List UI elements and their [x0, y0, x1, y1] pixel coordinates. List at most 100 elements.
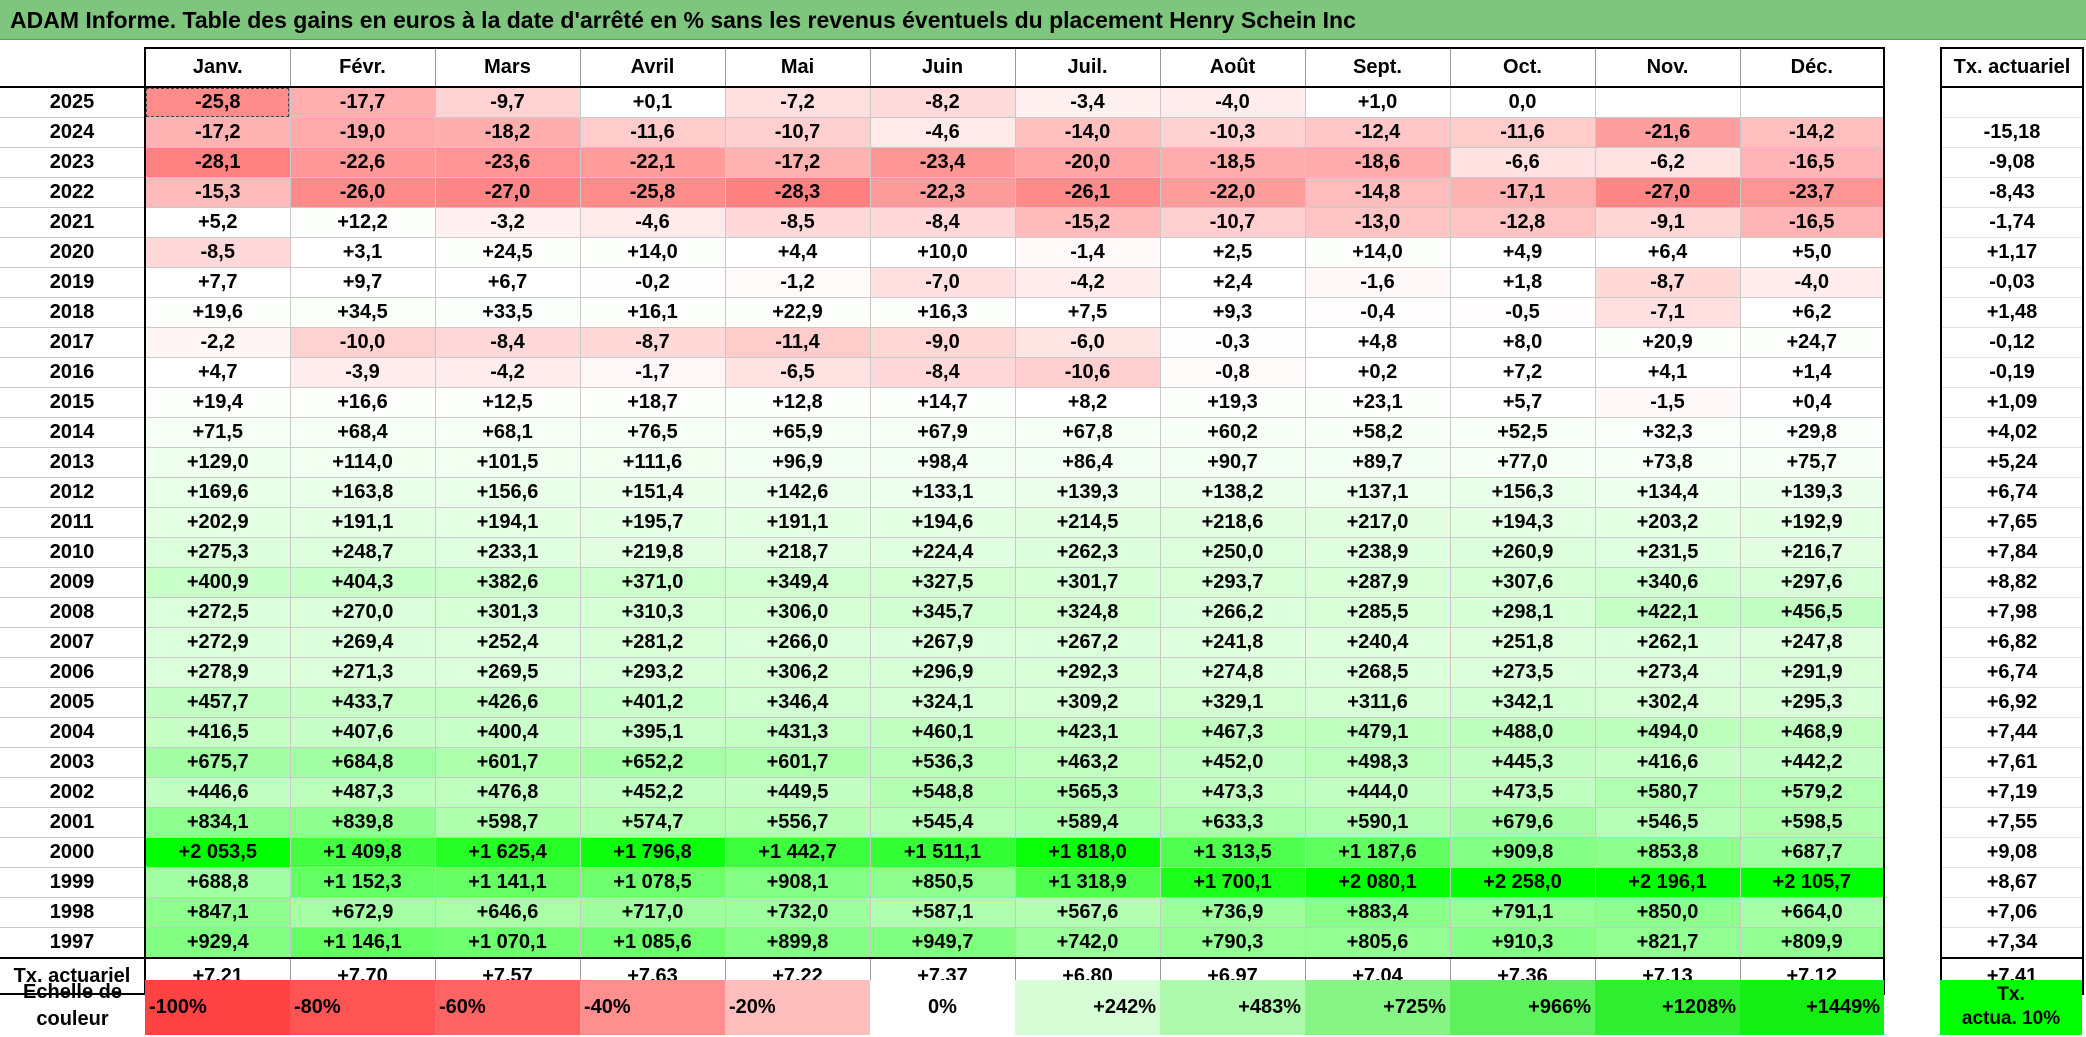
- gain-cell[interactable]: +395,1: [580, 717, 726, 748]
- gain-cell[interactable]: +267,9: [870, 627, 1016, 658]
- gain-cell[interactable]: +133,1: [870, 477, 1016, 508]
- gain-cell[interactable]: +306,0: [725, 597, 871, 628]
- gain-cell[interactable]: -13,0: [1305, 207, 1451, 238]
- gain-cell[interactable]: +14,0: [580, 237, 726, 268]
- gain-cell[interactable]: +536,3: [870, 747, 1016, 778]
- gain-cell[interactable]: +6,4: [1595, 237, 1741, 268]
- gain-cell[interactable]: +260,9: [1450, 537, 1596, 568]
- gain-cell[interactable]: +293,2: [580, 657, 726, 688]
- gain-cell[interactable]: +52,5: [1450, 417, 1596, 448]
- gain-cell[interactable]: -26,0: [290, 177, 436, 208]
- gain-cell[interactable]: -7,2: [725, 87, 871, 118]
- gain-cell[interactable]: -28,3: [725, 177, 871, 208]
- gain-cell[interactable]: -12,8: [1450, 207, 1596, 238]
- gain-cell[interactable]: -14,0: [1015, 117, 1161, 148]
- gain-cell[interactable]: +287,9: [1305, 567, 1451, 598]
- gain-cell[interactable]: +16,6: [290, 387, 436, 418]
- gain-cell[interactable]: +1 187,6: [1305, 837, 1451, 868]
- gain-cell[interactable]: +8,0: [1450, 327, 1596, 358]
- gain-cell[interactable]: +404,3: [290, 567, 436, 598]
- gain-cell[interactable]: +805,6: [1305, 927, 1451, 959]
- gain-cell[interactable]: +273,4: [1595, 657, 1741, 688]
- gain-cell[interactable]: +2 053,5: [145, 837, 291, 868]
- gain-cell[interactable]: +192,9: [1740, 507, 1885, 538]
- gain-cell[interactable]: -4,0: [1160, 87, 1306, 118]
- gain-cell[interactable]: +349,4: [725, 567, 871, 598]
- gain-cell[interactable]: +191,1: [290, 507, 436, 538]
- gain-cell[interactable]: +1 313,5: [1160, 837, 1306, 868]
- gain-cell[interactable]: +546,5: [1595, 807, 1741, 838]
- gain-cell[interactable]: +1,0: [1305, 87, 1451, 118]
- gain-cell[interactable]: +19,6: [145, 297, 291, 328]
- gain-cell[interactable]: +407,6: [290, 717, 436, 748]
- gain-cell[interactable]: +445,3: [1450, 747, 1596, 778]
- gain-cell[interactable]: +456,5: [1740, 597, 1885, 628]
- gain-cell[interactable]: -18,6: [1305, 147, 1451, 178]
- gain-cell[interactable]: +301,3: [435, 597, 581, 628]
- gain-cell[interactable]: +847,1: [145, 897, 291, 928]
- gain-cell[interactable]: +910,3: [1450, 927, 1596, 959]
- gain-cell[interactable]: +2 196,1: [1595, 867, 1741, 898]
- gain-cell[interactable]: -8,5: [725, 207, 871, 238]
- gain-cell[interactable]: +371,0: [580, 567, 726, 598]
- gain-cell[interactable]: +479,1: [1305, 717, 1451, 748]
- gain-cell[interactable]: +5,2: [145, 207, 291, 238]
- gain-cell[interactable]: +1,4: [1740, 357, 1885, 388]
- gain-cell[interactable]: +65,9: [725, 417, 871, 448]
- gain-cell[interactable]: +548,8: [870, 777, 1016, 808]
- gain-cell[interactable]: -10,3: [1160, 117, 1306, 148]
- gain-cell[interactable]: -4,0: [1740, 267, 1885, 298]
- gain-cell[interactable]: +10,0: [870, 237, 1016, 268]
- gain-cell[interactable]: +449,5: [725, 777, 871, 808]
- gain-cell[interactable]: +416,6: [1595, 747, 1741, 778]
- gain-cell[interactable]: +34,5: [290, 297, 436, 328]
- gain-cell[interactable]: +498,3: [1305, 747, 1451, 778]
- gain-cell[interactable]: +14,0: [1305, 237, 1451, 268]
- gain-cell[interactable]: +19,4: [145, 387, 291, 418]
- gain-cell[interactable]: +89,7: [1305, 447, 1451, 478]
- gain-cell[interactable]: +809,9: [1740, 927, 1885, 959]
- gain-cell[interactable]: +1 511,1: [870, 837, 1016, 868]
- gain-cell[interactable]: -14,2: [1740, 117, 1885, 148]
- gain-cell[interactable]: +98,4: [870, 447, 1016, 478]
- gain-cell[interactable]: -0,3: [1160, 327, 1306, 358]
- gain-cell[interactable]: -19,0: [290, 117, 436, 148]
- gain-cell[interactable]: +4,9: [1450, 237, 1596, 268]
- gain-cell[interactable]: +269,4: [290, 627, 436, 658]
- gain-cell[interactable]: +400,9: [145, 567, 291, 598]
- gain-cell[interactable]: +9,7: [290, 267, 436, 298]
- gain-cell[interactable]: -28,1: [145, 147, 291, 178]
- gain-cell[interactable]: +8,2: [1015, 387, 1161, 418]
- gain-cell[interactable]: +302,4: [1595, 687, 1741, 718]
- gain-cell[interactable]: -4,6: [870, 117, 1016, 148]
- gain-cell[interactable]: +488,0: [1450, 717, 1596, 748]
- gain-cell[interactable]: +1 152,3: [290, 867, 436, 898]
- gain-cell[interactable]: +1 442,7: [725, 837, 871, 868]
- gain-cell[interactable]: -27,0: [435, 177, 581, 208]
- gain-cell[interactable]: +476,8: [435, 777, 581, 808]
- gain-cell[interactable]: +929,4: [145, 927, 291, 959]
- gain-cell[interactable]: +3,1: [290, 237, 436, 268]
- gain-cell[interactable]: +4,8: [1305, 327, 1451, 358]
- gain-cell[interactable]: -6,0: [1015, 327, 1161, 358]
- gain-cell[interactable]: -17,7: [290, 87, 436, 118]
- gain-cell[interactable]: +262,3: [1015, 537, 1161, 568]
- gain-cell[interactable]: +16,1: [580, 297, 726, 328]
- gain-cell[interactable]: -16,5: [1740, 147, 1885, 178]
- gain-cell[interactable]: -1,2: [725, 267, 871, 298]
- gain-cell[interactable]: +137,1: [1305, 477, 1451, 508]
- gain-cell[interactable]: -8,7: [1595, 267, 1741, 298]
- gain-cell[interactable]: +309,2: [1015, 687, 1161, 718]
- gain-cell[interactable]: +269,5: [435, 657, 581, 688]
- gain-cell[interactable]: +382,6: [435, 567, 581, 598]
- gain-cell[interactable]: +14,7: [870, 387, 1016, 418]
- gain-cell[interactable]: +329,1: [1160, 687, 1306, 718]
- gain-cell[interactable]: -4,2: [1015, 267, 1161, 298]
- gain-cell[interactable]: +114,0: [290, 447, 436, 478]
- gain-cell[interactable]: +233,1: [435, 537, 581, 568]
- gain-cell[interactable]: +6,7: [435, 267, 581, 298]
- gain-cell[interactable]: -11,6: [1450, 117, 1596, 148]
- gain-cell[interactable]: -7,1: [1595, 297, 1741, 328]
- gain-cell[interactable]: +24,7: [1740, 327, 1885, 358]
- gain-cell[interactable]: +292,3: [1015, 657, 1161, 688]
